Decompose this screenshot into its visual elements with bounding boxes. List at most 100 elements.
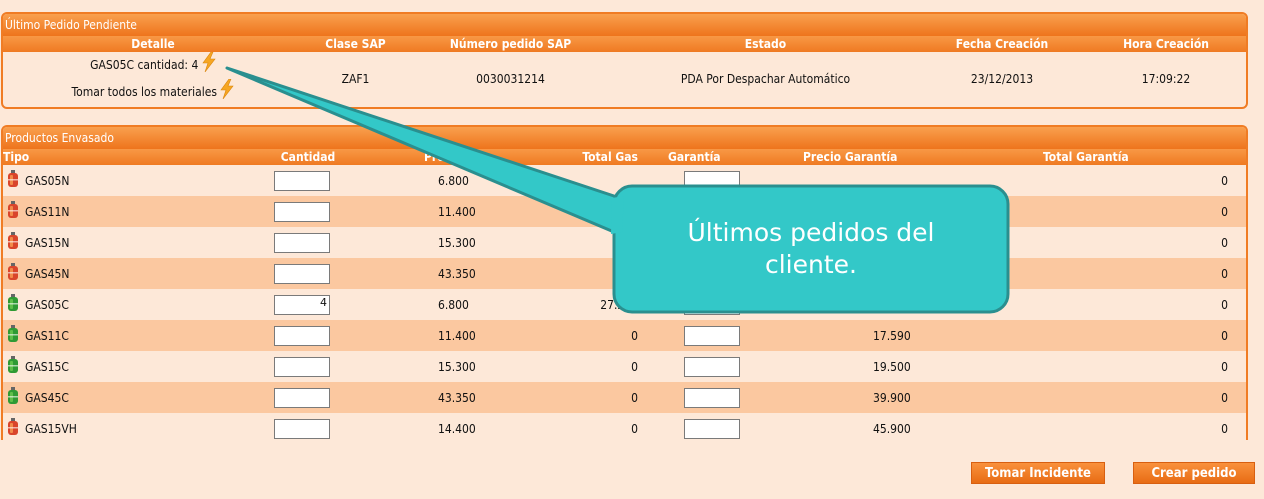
col-hora-creacion[interactable]: Hora Creación bbox=[1086, 36, 1246, 52]
precio-cell: 6.800 bbox=[378, 289, 508, 320]
garantia-input[interactable] bbox=[684, 387, 740, 408]
garantia-input[interactable] bbox=[684, 418, 740, 439]
col-total-garantia[interactable]: Total Garantía bbox=[1043, 149, 1246, 165]
garantia-cell bbox=[648, 227, 803, 258]
col-estado[interactable]: Estado bbox=[613, 36, 918, 52]
cantidad-input[interactable] bbox=[274, 201, 330, 222]
cantidad-cell: 4 bbox=[238, 289, 378, 320]
tipo-label: GAS15N bbox=[25, 235, 70, 250]
garantia-cell bbox=[648, 413, 803, 440]
red-gas-cylinder-icon bbox=[7, 418, 19, 439]
total-gas-cell: 0 bbox=[508, 382, 648, 413]
col-tipo[interactable]: Tipo bbox=[3, 149, 238, 165]
cantidad-input[interactable] bbox=[274, 170, 330, 191]
precio-cell: 6.800 bbox=[378, 165, 508, 196]
lightning-bolt-icon[interactable] bbox=[202, 51, 216, 79]
col-numero-pedido[interactable]: Número pedido SAP bbox=[408, 36, 613, 52]
detalle-cantidad-text: GAS05C cantidad: 4 bbox=[90, 58, 199, 72]
red-gas-cylinder-icon bbox=[7, 170, 19, 191]
total-gas-cell: 0 bbox=[508, 320, 648, 351]
col-precio-garantia[interactable]: Precio Garantía bbox=[803, 149, 1043, 165]
cantidad-input[interactable] bbox=[274, 356, 330, 377]
pedido-hora-value: 17:09:22 bbox=[1141, 72, 1191, 86]
col-total-gas[interactable]: Total Gas bbox=[508, 149, 648, 165]
total-gas-cell: 0 bbox=[508, 413, 648, 440]
precio-garantia-cell bbox=[803, 227, 1043, 258]
total-garantia-cell: 0 bbox=[1043, 227, 1246, 258]
garantia-input[interactable] bbox=[684, 170, 740, 191]
tipo-label: GAS15VH bbox=[25, 421, 77, 436]
tipo-label: GAS05N bbox=[25, 173, 70, 188]
red-gas-cylinder-icon bbox=[7, 263, 19, 284]
total-gas-cell bbox=[508, 165, 648, 196]
tipo-label: GAS15C bbox=[25, 359, 69, 374]
pedido-fecha-value: 23/12/2013 bbox=[970, 72, 1034, 86]
tipo-cell: GAS15N bbox=[3, 227, 238, 258]
table-row: GAS11C 11.400 0 17.590 0 bbox=[3, 320, 1246, 351]
garantia-input[interactable] bbox=[684, 294, 740, 315]
cantidad-input[interactable] bbox=[274, 418, 330, 439]
pedido-row[interactable]: GAS05C cantidad: 4 Tomar todos los mater… bbox=[3, 51, 1246, 106]
tipo-label: GAS45C bbox=[25, 390, 69, 405]
col-cantidad[interactable]: Cantidad bbox=[238, 149, 378, 165]
total-gas-cell bbox=[508, 227, 648, 258]
cantidad-input[interactable] bbox=[274, 232, 330, 253]
cantidad-input[interactable] bbox=[274, 387, 330, 408]
total-garantia-cell: 0 bbox=[1043, 289, 1246, 320]
crear-pedido-button[interactable]: Crear pedido bbox=[1133, 462, 1255, 484]
total-garantia-cell: 0 bbox=[1043, 196, 1246, 227]
tomar-incidente-button[interactable]: Tomar Incidente bbox=[971, 462, 1105, 484]
garantia-cell bbox=[648, 196, 803, 227]
lightning-bolt-icon[interactable] bbox=[220, 78, 235, 106]
col-garantia[interactable]: Garantía bbox=[648, 149, 803, 165]
cantidad-input[interactable] bbox=[274, 325, 330, 346]
precio-cell: 43.350 bbox=[378, 382, 508, 413]
detalle-line-2: Tomar todos los materiales bbox=[3, 78, 303, 106]
tipo-cell: GAS11C bbox=[3, 320, 238, 351]
garantia-input[interactable] bbox=[684, 263, 740, 284]
col-detalle[interactable]: Detalle bbox=[3, 36, 303, 52]
col-fecha-creacion[interactable]: Fecha Creación bbox=[918, 36, 1086, 52]
total-garantia-cell: 0 bbox=[1043, 413, 1246, 440]
col-precio[interactable]: Precio bbox=[378, 149, 508, 165]
detalle-line-1: GAS05C cantidad: 4 bbox=[3, 51, 303, 79]
pedido-clase-sap-value: ZAF1 bbox=[341, 72, 370, 86]
table-row: GAS15C 15.300 0 19.500 0 bbox=[3, 351, 1246, 382]
garantia-input[interactable] bbox=[684, 201, 740, 222]
precio-garantia-cell bbox=[803, 196, 1043, 227]
precio-garantia-cell: 45.900 bbox=[803, 413, 1043, 440]
total-garantia-cell: 0 bbox=[1043, 258, 1246, 289]
pedido-table: Detalle Clase SAP Número pedido SAP Esta… bbox=[3, 36, 1246, 106]
cantidad-cell bbox=[238, 413, 378, 440]
garantia-cell bbox=[648, 320, 803, 351]
cantidad-cell bbox=[238, 165, 378, 196]
total-gas-cell: 0 bbox=[508, 351, 648, 382]
precio-garantia-cell: 17.590 bbox=[803, 320, 1043, 351]
garantia-input[interactable] bbox=[684, 356, 740, 377]
col-clase-sap[interactable]: Clase SAP bbox=[303, 36, 408, 52]
cantidad-input[interactable] bbox=[274, 263, 330, 284]
tipo-cell: GAS15VH bbox=[3, 413, 238, 440]
red-gas-cylinder-icon bbox=[7, 201, 19, 222]
tipo-cell: GAS15C bbox=[3, 351, 238, 382]
tipo-cell: GAS45C bbox=[3, 382, 238, 413]
table-row: GAS45N 43.350 0 bbox=[3, 258, 1246, 289]
precio-garantia-cell bbox=[803, 165, 1043, 196]
productos-table: Tipo Cantidad Precio Total Gas Garantía … bbox=[3, 149, 1246, 440]
cantidad-cell bbox=[238, 258, 378, 289]
table-row: GAS11N 11.400 0 bbox=[3, 196, 1246, 227]
productos-header-row: Tipo Cantidad Precio Total Gas Garantía … bbox=[3, 149, 1246, 165]
red-gas-cylinder-icon bbox=[7, 232, 19, 253]
tipo-label: GAS11N bbox=[25, 204, 70, 219]
tipo-label: GAS45N bbox=[25, 266, 70, 281]
cantidad-cell bbox=[238, 196, 378, 227]
garantia-input[interactable] bbox=[684, 232, 740, 253]
tipo-cell: GAS05C bbox=[3, 289, 238, 320]
green-gas-cylinder-icon bbox=[7, 387, 19, 408]
cantidad-input[interactable]: 4 bbox=[274, 294, 330, 315]
total-gas-cell bbox=[508, 196, 648, 227]
pedido-estado-value: PDA Por Despachar Automático bbox=[680, 72, 851, 86]
garantia-input[interactable] bbox=[684, 325, 740, 346]
precio-cell: 11.400 bbox=[378, 196, 508, 227]
precio-cell: 15.300 bbox=[378, 227, 508, 258]
